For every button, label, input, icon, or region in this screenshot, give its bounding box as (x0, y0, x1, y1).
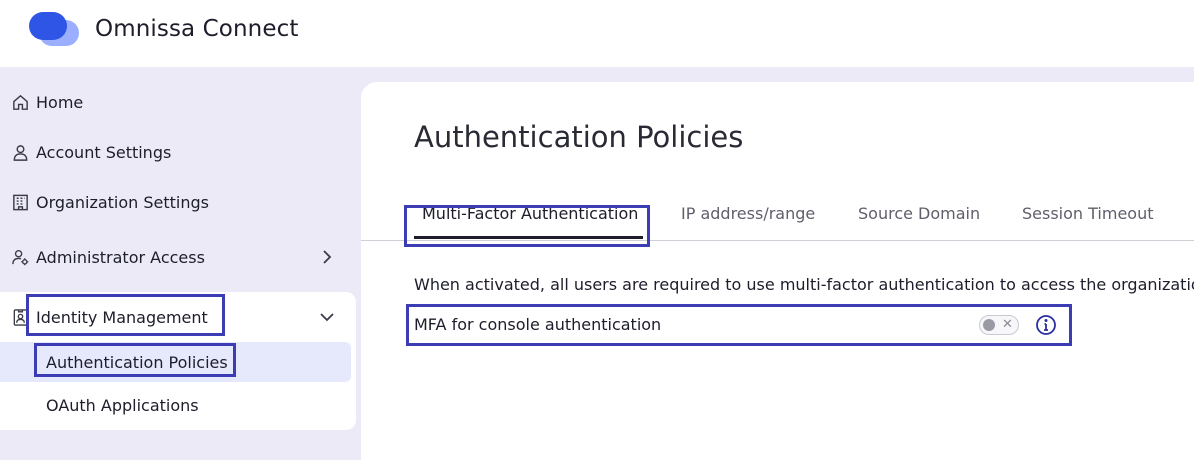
close-icon: ✕ (1002, 317, 1013, 332)
tab-ip-address-range[interactable]: IP address/range (681, 204, 815, 223)
app-title: Omnissa Connect (95, 16, 299, 42)
app-header: Omnissa Connect (0, 0, 1194, 67)
sidebar-item-label: Account Settings (36, 142, 172, 162)
identity-management-group: Identity Management Authentication Polic… (0, 292, 356, 430)
tab-source-domain[interactable]: Source Domain (858, 204, 980, 223)
sidebar-item-administrator-access[interactable]: Administrator Access (0, 237, 356, 277)
omnissa-logo-icon (29, 12, 79, 46)
sidebar-item-home[interactable]: Home (0, 82, 356, 122)
page-title: Authentication Policies (414, 120, 744, 154)
home-icon (10, 92, 30, 112)
chevron-down-icon (320, 313, 334, 322)
sidebar-item-account-settings[interactable]: Account Settings (0, 132, 356, 172)
mfa-setting-label: MFA for console authentication (414, 315, 662, 334)
user-gear-icon (10, 247, 30, 267)
info-icon[interactable] (1035, 314, 1057, 336)
sidebar-item-label: Identity Management (36, 307, 208, 327)
tab-multi-factor-authentication[interactable]: Multi-Factor Authentication (422, 204, 638, 223)
tab-bar: Multi-Factor Authentication IP address/r… (361, 192, 1194, 241)
id-badge-icon (10, 307, 30, 327)
sidebar-subitem-label: Authentication Policies (46, 352, 228, 372)
sidebar-item-label: Administrator Access (36, 247, 205, 267)
sidebar-item-label: Organization Settings (36, 192, 209, 212)
tab-session-timeout[interactable]: Session Timeout (1022, 204, 1154, 223)
toggle-knob (983, 319, 995, 331)
app-shell: Home Account Settings Organization Setti… (0, 67, 1194, 460)
building-icon (10, 192, 30, 212)
mfa-description: When activated, all users are required t… (414, 275, 1194, 294)
mfa-toggle[interactable]: ✕ (979, 315, 1019, 335)
mfa-setting-row: MFA for console authentication ✕ (414, 313, 1074, 343)
sidebar-item-identity-management[interactable]: Identity Management (0, 297, 356, 337)
sidebar-item-organization-settings[interactable]: Organization Settings (0, 182, 356, 222)
sidebar-item-label: Home (36, 92, 84, 112)
sidebar-subitem-authentication-policies[interactable]: Authentication Policies (0, 342, 351, 382)
sidebar-subitem-oauth-applications[interactable]: OAuth Applications (0, 385, 351, 425)
sidebar-subitem-label: OAuth Applications (46, 395, 199, 415)
main-content: Authentication Policies Multi-Factor Aut… (361, 82, 1194, 460)
sidebar: Home Account Settings Organization Setti… (0, 67, 360, 460)
chevron-right-icon (323, 250, 332, 264)
user-icon (10, 142, 30, 162)
active-tab-indicator (414, 236, 643, 239)
